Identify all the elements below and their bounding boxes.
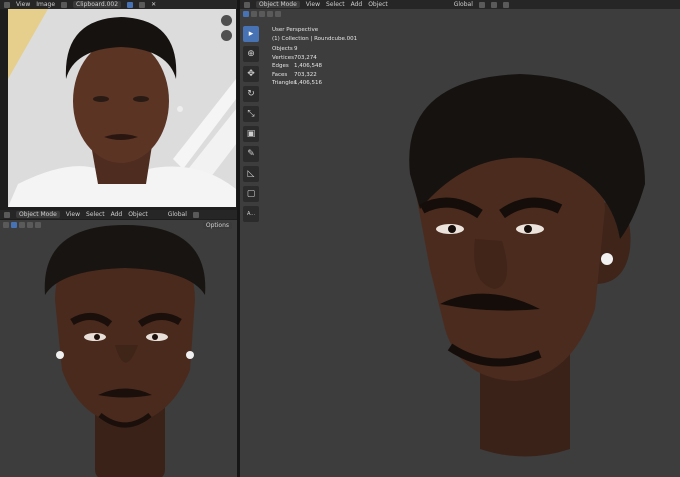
- stats-value: 703,322: [294, 71, 317, 78]
- editor-type-icon[interactable]: [244, 1, 250, 8]
- editor-type-icon[interactable]: [4, 211, 10, 218]
- move-tool-icon[interactable]: ✥: [243, 66, 259, 82]
- left-head-model: [44, 225, 206, 477]
- main-menu-object[interactable]: Object: [368, 1, 388, 8]
- stats-value: 9: [294, 46, 298, 52]
- stats-row: Objects 9: [272, 45, 357, 54]
- stats-label: Triangles: [272, 80, 297, 86]
- left-mode-select[interactable]: Object Mode: [16, 211, 60, 218]
- stats-label: Edges: [272, 63, 289, 69]
- main-menu-add[interactable]: Add: [351, 1, 363, 8]
- stats-value: 703,274: [294, 54, 317, 61]
- close-image-icon[interactable]: ✕: [151, 1, 156, 8]
- snap-icon[interactable]: [192, 211, 199, 218]
- pivot-icon[interactable]: [478, 1, 485, 8]
- main-orientation-select[interactable]: Global: [454, 1, 473, 8]
- proportional-edit-icon[interactable]: [502, 1, 509, 8]
- viewport-stats-overlay: User Perspective (1) Collection | Roundc…: [272, 26, 357, 88]
- transform-tool-icon[interactable]: ▣: [243, 126, 259, 142]
- stats-label: Faces: [272, 71, 288, 78]
- zoom-view-icon[interactable]: [221, 15, 232, 26]
- image-menu-image[interactable]: Image: [36, 1, 55, 8]
- cursor-tool-icon[interactable]: ⊕: [243, 46, 259, 62]
- main-menu-select[interactable]: Select: [326, 1, 345, 8]
- stats-row: Vertices 703,274: [272, 54, 357, 63]
- left-menu-select[interactable]: Select: [86, 211, 105, 218]
- annotate-tool-icon[interactable]: ✎: [243, 146, 259, 162]
- image-menu-view[interactable]: View: [16, 1, 30, 8]
- left-orientation-select[interactable]: Global: [168, 211, 187, 218]
- measure-tool-icon[interactable]: ◺: [243, 166, 259, 182]
- image-browse-icon[interactable]: [61, 1, 68, 8]
- select-tool-icon[interactable]: ▸: [243, 26, 259, 42]
- collection-label: (1) Collection | Roundcube.001: [272, 35, 358, 42]
- reference-photo: [8, 9, 236, 207]
- shield-icon[interactable]: [127, 1, 134, 8]
- reference-photo-image: [8, 9, 236, 207]
- snap-icon[interactable]: [490, 1, 497, 8]
- text-tool[interactable]: A...: [243, 206, 259, 222]
- stats-row: Edges 1,406,548: [272, 62, 357, 71]
- main-viewport-header: Object Mode View Select Add Object Globa…: [240, 0, 680, 9]
- view-perspective-label: User Perspective: [272, 27, 319, 33]
- stats-label: Vertices: [272, 54, 294, 61]
- main-viewport[interactable]: ▸ ⊕ ✥ ↻ ⤡ ▣ ✎ ◺ ▢ A... User Perspective …: [240, 9, 680, 477]
- stats-row: Triangles 1,406,516: [272, 79, 357, 88]
- main-menu-view[interactable]: View: [306, 1, 320, 8]
- tool-shelf: ▸ ⊕ ✥ ↻ ⤡ ▣ ✎ ◺ ▢ A...: [243, 26, 263, 222]
- scale-tool-icon[interactable]: ⤡: [243, 106, 259, 122]
- left-menu-view[interactable]: View: [66, 211, 80, 218]
- stats-label: Objects: [272, 46, 293, 52]
- rotate-tool-icon[interactable]: ↻: [243, 86, 259, 102]
- left-viewport-header: Object Mode View Select Add Object Globa…: [0, 210, 237, 219]
- stats-row: Faces 703,322: [272, 71, 357, 80]
- image-name-field[interactable]: Clipboard.002: [73, 1, 122, 8]
- stats-value: 1,406,548: [294, 63, 322, 69]
- editor-type-icon[interactable]: [4, 1, 10, 8]
- duplicate-icon[interactable]: [139, 1, 146, 8]
- image-editor-header: View Image Clipboard.002 ✕: [0, 0, 237, 9]
- left-viewport[interactable]: Options: [0, 220, 237, 477]
- main-mode-select[interactable]: Object Mode: [256, 1, 300, 8]
- pan-view-icon[interactable]: [221, 30, 232, 41]
- left-menu-add[interactable]: Add: [111, 211, 123, 218]
- left-menu-object[interactable]: Object: [128, 211, 148, 218]
- add-cube-tool-icon[interactable]: ▢: [243, 186, 259, 202]
- stats-value: 1,406,516: [294, 80, 322, 86]
